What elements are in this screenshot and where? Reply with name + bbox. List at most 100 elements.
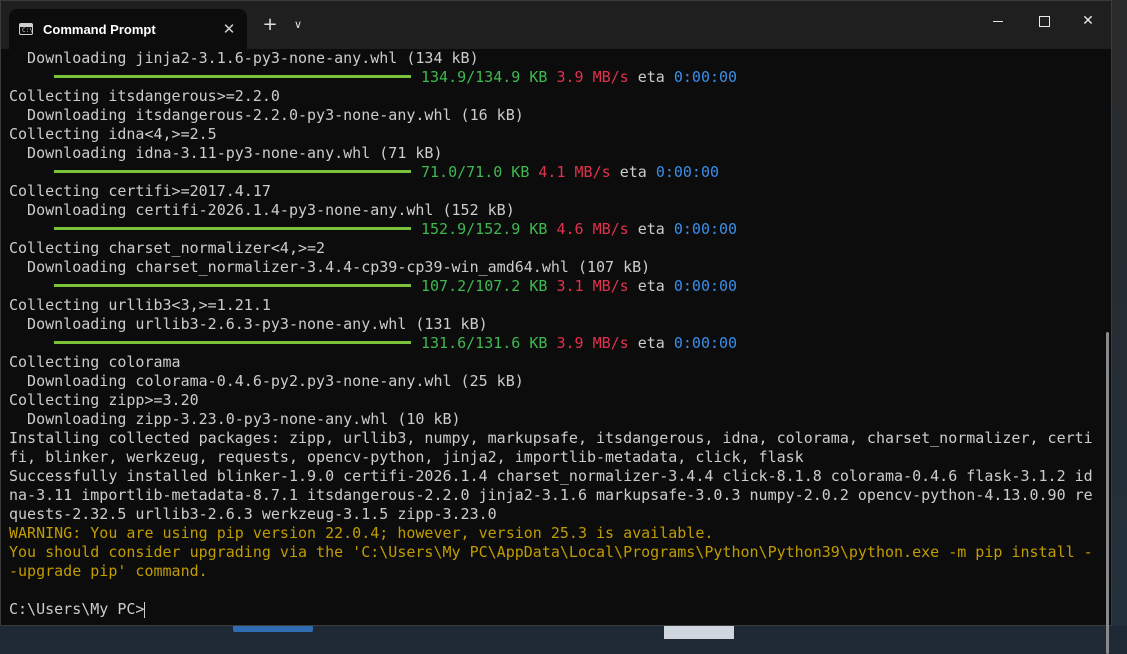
output-text: Collecting zipp>=3.20: [9, 391, 199, 409]
output-text: Downloading idna-3.11-py3-none-any.whl (…: [9, 144, 443, 162]
progress-line: 152.9/152.9 KB 4.6 MB/s eta 0:00:00: [9, 220, 1099, 239]
maximize-icon: [1038, 15, 1050, 27]
terminal-window: C:\ Command Prompt ✕ + ∨ ✕ Downloading j…: [0, 0, 1112, 654]
eta-label: eta: [637, 220, 665, 238]
minimize-button[interactable]: [975, 1, 1021, 41]
progress-line: 71.0/71.0 KB 4.1 MB/s eta 0:00:00: [9, 163, 1099, 182]
text-cursor: [144, 601, 146, 618]
close-tab-icon[interactable]: ✕: [219, 19, 239, 39]
cmd-icon: C:\: [19, 23, 33, 35]
output-line: fi, blinker, werkzeug, requests, opencv-…: [9, 448, 1099, 467]
warning-line: You should consider upgrading via the 'C…: [9, 543, 1099, 562]
eta-value: 0:00:00: [655, 163, 720, 181]
output-line: Downloading colorama-0.4.6-py2.py3-none-…: [9, 372, 1099, 391]
tab-command-prompt[interactable]: C:\ Command Prompt ✕: [9, 9, 247, 49]
desktop-background-bottom: [0, 626, 1127, 639]
download-speed: 4.1 MB/s: [538, 163, 611, 181]
progress-bar: [54, 284, 411, 287]
output-text: fi, blinker, werkzeug, requests, opencv-…: [9, 448, 804, 466]
output-text: na-3.11 importlib-metadata-8.7.1 itsdang…: [9, 486, 1093, 504]
progress-bar: [54, 170, 411, 173]
warning-line: -upgrade pip' command.: [9, 562, 1099, 581]
output-text: Downloading urllib3-2.6.3-py3-none-any.w…: [9, 315, 488, 333]
download-size: 134.9/134.9 KB: [421, 68, 548, 86]
output-line: quests-2.32.5 urllib3-2.6.3 werkzeug-3.1…: [9, 505, 1099, 524]
eta-value: 0:00:00: [673, 277, 738, 295]
scrollbar[interactable]: [1103, 49, 1111, 654]
warning-line: WARNING: You are using pip version 22.0.…: [9, 524, 1099, 543]
output-line: Collecting colorama: [9, 353, 1099, 372]
download-speed: 4.6 MB/s: [556, 220, 629, 238]
output-line: Downloading itsdangerous-2.2.0-py3-none-…: [9, 106, 1099, 125]
desktop-taskbar-item[interactable]: [233, 626, 313, 632]
minimize-icon: [993, 20, 1003, 22]
output-line: Collecting itsdangerous>=2.2.0: [9, 87, 1099, 106]
eta-label: eta: [637, 334, 665, 352]
output-line: Downloading urllib3-2.6.3-py3-none-any.w…: [9, 315, 1099, 334]
warning-text: You should consider upgrading via the 'C…: [9, 543, 1093, 561]
output-line: Collecting charset_normalizer<4,>=2: [9, 239, 1099, 258]
command-prompt-line: C:\Users\My PC>: [9, 600, 1099, 619]
progress-line: 131.6/131.6 KB 3.9 MB/s eta 0:00:00: [9, 334, 1099, 353]
prompt-text: C:\Users\My PC>: [9, 600, 145, 618]
output-text: Collecting urllib3<3,>=1.21.1: [9, 296, 271, 314]
output-text: Collecting colorama: [9, 353, 181, 371]
output-line: Collecting zipp>=3.20: [9, 391, 1099, 410]
new-tab-icon[interactable]: +: [258, 13, 282, 37]
terminal-output[interactable]: Downloading jinja2-3.1.6-py3-none-any.wh…: [9, 49, 1099, 623]
eta-value: 0:00:00: [673, 68, 738, 86]
output-text: Collecting itsdangerous>=2.2.0: [9, 87, 280, 105]
output-line: Downloading idna-3.11-py3-none-any.whl (…: [9, 144, 1099, 163]
output-text: Installing collected packages: zipp, url…: [9, 429, 1093, 447]
output-text: Collecting certifi>=2017.4.17: [9, 182, 271, 200]
download-size: 152.9/152.9 KB: [421, 220, 548, 238]
output-line: Downloading charset_normalizer-3.4.4-cp3…: [9, 258, 1099, 277]
output-line: Collecting urllib3<3,>=1.21.1: [9, 296, 1099, 315]
tab-title: Command Prompt: [43, 21, 156, 37]
output-text: Downloading itsdangerous-2.2.0-py3-none-…: [9, 106, 524, 124]
output-text: Successfully installed blinker-1.9.0 cer…: [9, 467, 1093, 485]
eta-label: eta: [619, 163, 647, 181]
maximize-button[interactable]: [1021, 1, 1067, 41]
eta-value: 0:00:00: [673, 220, 738, 238]
output-text: Downloading certifi-2026.1.4-py3-none-an…: [9, 201, 515, 219]
progress-line: 107.2/107.2 KB 3.1 MB/s eta 0:00:00: [9, 277, 1099, 296]
output-line: Downloading zipp-3.23.0-py3-none-any.whl…: [9, 410, 1099, 429]
download-size: 107.2/107.2 KB: [421, 277, 548, 295]
title-bar[interactable]: C:\ Command Prompt ✕ + ∨ ✕: [1, 1, 1111, 49]
download-size: 131.6/131.6 KB: [421, 334, 548, 352]
output-line: Successfully installed blinker-1.9.0 cer…: [9, 467, 1099, 486]
close-button[interactable]: ✕: [1065, 1, 1111, 41]
progress-line: 134.9/134.9 KB 3.9 MB/s eta 0:00:00: [9, 68, 1099, 87]
progress-bar: [54, 75, 411, 78]
download-speed: 3.9 MB/s: [556, 68, 629, 86]
output-line: Installing collected packages: zipp, url…: [9, 429, 1099, 448]
warning-text: -upgrade pip' command.: [9, 562, 208, 580]
output-text: Collecting charset_normalizer<4,>=2: [9, 239, 326, 257]
output-line: Downloading jinja2-3.1.6-py3-none-any.wh…: [9, 49, 1099, 68]
output-text: Downloading colorama-0.4.6-py2.py3-none-…: [9, 372, 524, 390]
output-text: Downloading jinja2-3.1.6-py3-none-any.wh…: [9, 49, 479, 67]
output-line: Downloading certifi-2026.1.4-py3-none-an…: [9, 201, 1099, 220]
eta-value: 0:00:00: [673, 334, 738, 352]
output-line: Collecting idna<4,>=2.5: [9, 125, 1099, 144]
progress-bar: [54, 227, 411, 230]
output-text: Downloading zipp-3.23.0-py3-none-any.whl…: [9, 410, 461, 428]
output-line: Collecting certifi>=2017.4.17: [9, 182, 1099, 201]
download-speed: 3.1 MB/s: [556, 277, 629, 295]
eta-label: eta: [637, 68, 665, 86]
warning-text: WARNING: You are using pip version 22.0.…: [9, 524, 714, 542]
desktop-background-right: [1112, 0, 1127, 639]
progress-bar: [54, 341, 411, 344]
scrollbar-thumb[interactable]: [1106, 332, 1109, 654]
output-text: Collecting idna<4,>=2.5: [9, 125, 217, 143]
output-text: quests-2.32.5 urllib3-2.6.3 werkzeug-3.1…: [9, 505, 497, 523]
chevron-down-icon[interactable]: ∨: [288, 13, 308, 37]
eta-label: eta: [637, 277, 665, 295]
output-line: na-3.11 importlib-metadata-8.7.1 itsdang…: [9, 486, 1099, 505]
download-speed: 3.9 MB/s: [556, 334, 629, 352]
output-text: Downloading charset_normalizer-3.4.4-cp3…: [9, 258, 651, 276]
download-size: 71.0/71.0 KB: [421, 163, 530, 181]
desktop-window-edge: [664, 626, 734, 639]
